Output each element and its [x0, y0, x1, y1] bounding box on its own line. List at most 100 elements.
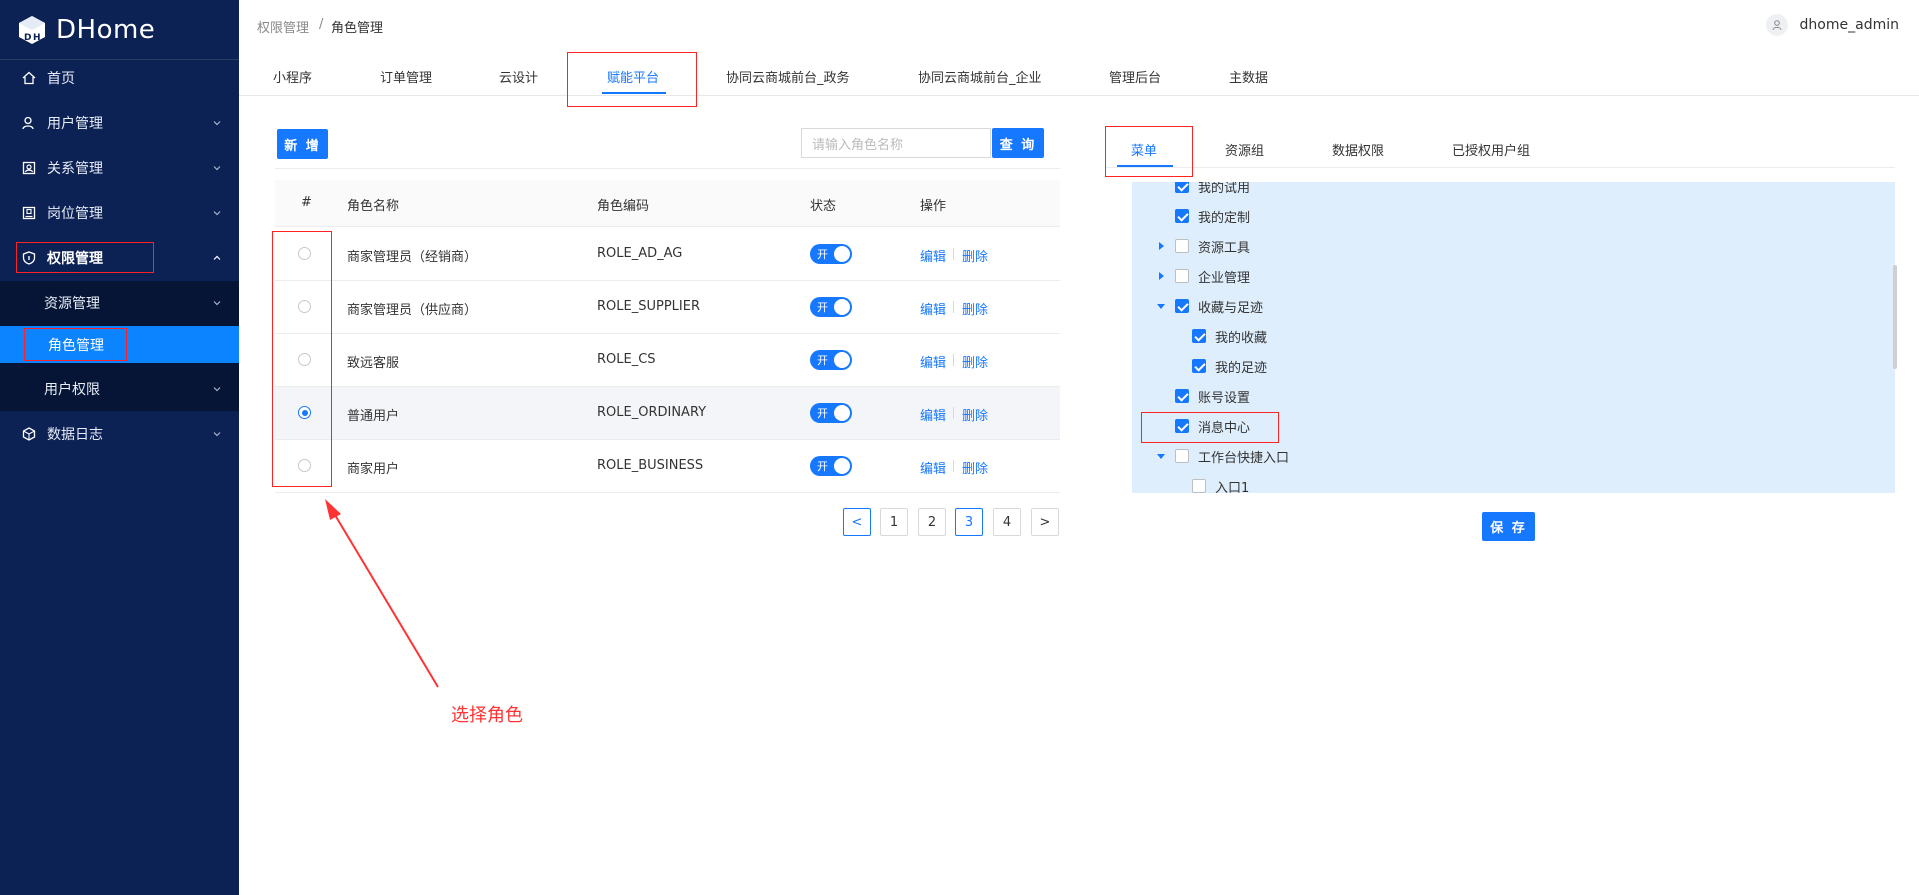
role-code: ROLE_ORDINARY: [597, 405, 707, 420]
column-header-actions: 操作: [920, 199, 947, 214]
pagination-next[interactable]: >: [1031, 508, 1059, 536]
expand-caret-icon[interactable]: [1159, 242, 1164, 250]
tree-node[interactable]: 账号设置: [1175, 386, 1250, 406]
edit-link[interactable]: 编辑: [920, 352, 946, 371]
tree-checkbox[interactable]: [1175, 449, 1189, 463]
tree-node-label: 入口1: [1215, 480, 1250, 494]
edit-link[interactable]: 编辑: [920, 458, 946, 477]
sidebar-subitem-label: 资源管理: [44, 296, 100, 312]
pagination-page-2[interactable]: 2: [918, 508, 946, 536]
tab-cloud-mall-enterprise[interactable]: 协同云商城前台_企业: [918, 67, 1042, 86]
tree-checkbox[interactable]: [1175, 182, 1189, 193]
tree-node-label: 企业管理: [1198, 270, 1251, 286]
annotation-label: 选择角色: [451, 705, 523, 726]
column-header-role-code: 角色编码: [597, 199, 650, 214]
tree-checkbox[interactable]: [1192, 479, 1206, 493]
expand-caret-icon[interactable]: [1159, 272, 1164, 280]
table-row-selected[interactable]: 普通用户 ROLE_ORDINARY 开 编辑 删除: [275, 387, 1060, 439]
tree-node[interactable]: 我的收藏: [1192, 326, 1267, 346]
relation-icon: [22, 161, 36, 175]
edit-link[interactable]: 编辑: [920, 246, 946, 265]
table-row[interactable]: 商家管理员（经销商） ROLE_AD_AG 开 编辑 删除: [275, 228, 1060, 280]
logo-text: DHome: [56, 15, 156, 45]
sidebar-item-data-log[interactable]: 数据日志: [0, 412, 239, 456]
tree-node[interactable]: 企业管理: [1175, 266, 1250, 286]
role-search-input[interactable]: 请输入角色名称: [801, 128, 991, 158]
tab-authorized-user-group[interactable]: 已授权用户组: [1452, 140, 1530, 159]
status-toggle[interactable]: 开: [810, 456, 852, 476]
sidebar-item-home[interactable]: 首页: [0, 56, 239, 100]
tab-cloud-mall-government[interactable]: 协同云商城前台_政务: [726, 67, 850, 86]
chevron-down-icon: [213, 166, 221, 171]
status-toggle[interactable]: 开: [810, 403, 852, 423]
tree-node[interactable]: 我的试用: [1175, 182, 1250, 196]
role-code: ROLE_SUPPLIER: [597, 299, 700, 314]
tree-checkbox[interactable]: [1192, 329, 1206, 343]
tab-order-management[interactable]: 订单管理: [380, 67, 432, 86]
collapse-caret-icon[interactable]: [1157, 304, 1165, 309]
chevron-down-icon: [213, 211, 221, 216]
action-separator: [953, 354, 954, 366]
role-name: 商家用户: [347, 462, 400, 477]
tree-checkbox[interactable]: [1175, 299, 1189, 313]
tree-node[interactable]: 我的定制: [1175, 206, 1250, 226]
sidebar-item-relation-management[interactable]: 关系管理: [0, 146, 239, 190]
sidebar-item-label: 数据日志: [47, 427, 103, 443]
pagination-page-1[interactable]: 1: [880, 508, 908, 536]
delete-link[interactable]: 删除: [962, 458, 988, 477]
delete-link[interactable]: 删除: [962, 299, 988, 318]
tree-checkbox[interactable]: [1175, 269, 1189, 283]
tree-checkbox[interactable]: [1175, 389, 1189, 403]
pagination-prev[interactable]: <: [843, 508, 871, 536]
tree-node[interactable]: 我的足迹: [1192, 356, 1267, 376]
sidebar-item-user-management[interactable]: 用户管理: [0, 101, 239, 145]
breadcrumb-parent[interactable]: 权限管理: [257, 17, 309, 36]
tab-cloud-design[interactable]: 云设计: [499, 67, 538, 86]
tree-node[interactable]: 工作台快捷入口: [1175, 446, 1289, 466]
tree-scrollbar[interactable]: [1893, 265, 1897, 369]
status-toggle[interactable]: 开: [810, 244, 852, 264]
table-row[interactable]: 商家用户 ROLE_BUSINESS 开 编辑 删除: [275, 440, 1060, 492]
sidebar-subitem-user-permission[interactable]: 用户权限: [0, 369, 239, 409]
toggle-knob: [834, 299, 850, 315]
action-separator: [953, 407, 954, 419]
tab-resource-group[interactable]: 资源组: [1225, 140, 1264, 159]
user-menu[interactable]: dhome_admin: [1765, 14, 1899, 36]
table-row[interactable]: 商家管理员（供应商） ROLE_SUPPLIER 开 编辑 删除: [275, 281, 1060, 333]
tree-checkbox[interactable]: [1192, 359, 1206, 373]
sidebar-item-post-management[interactable]: 岗位管理: [0, 191, 239, 235]
tree-checkbox[interactable]: [1175, 239, 1189, 253]
collapse-caret-icon[interactable]: [1157, 454, 1165, 459]
tree-checkbox[interactable]: [1175, 209, 1189, 223]
column-header-index: #: [301, 195, 312, 210]
tree-node-label: 我的试用: [1198, 182, 1251, 196]
tree-node[interactable]: 收藏与足迹: [1175, 296, 1263, 316]
tab-admin-backend[interactable]: 管理后台: [1109, 67, 1161, 86]
edit-link[interactable]: 编辑: [920, 299, 946, 318]
status-toggle-label: 开: [817, 407, 828, 420]
tree-node[interactable]: 资源工具: [1175, 236, 1250, 256]
role-code: ROLE_CS: [597, 352, 656, 367]
pagination-page-4[interactable]: 4: [993, 508, 1021, 536]
delete-link[interactable]: 删除: [962, 352, 988, 371]
menu-tree: 我的试用 我的定制 资源工具 企业管理 收藏与足迹 我的收藏 我的足迹 账号设置…: [1132, 182, 1895, 493]
tab-master-data[interactable]: 主数据: [1229, 67, 1268, 86]
save-button[interactable]: 保 存: [1482, 512, 1535, 541]
delete-link[interactable]: 删除: [962, 246, 988, 265]
logo[interactable]: D H DHome: [16, 10, 155, 50]
edit-link[interactable]: 编辑: [920, 405, 946, 424]
pagination-page-3[interactable]: 3: [955, 508, 983, 536]
table-row[interactable]: 致远客服 ROLE_CS 开 编辑 删除: [275, 334, 1060, 386]
toggle-knob: [834, 405, 850, 421]
status-toggle[interactable]: 开: [810, 350, 852, 370]
search-button[interactable]: 查 询: [992, 128, 1044, 158]
tree-node[interactable]: 入口1: [1192, 476, 1249, 493]
tab-miniprogram[interactable]: 小程序: [273, 67, 312, 86]
tabs-divider: [1105, 167, 1895, 168]
column-header-status: 状态: [810, 199, 837, 214]
add-button[interactable]: 新 增: [277, 129, 328, 159]
status-toggle[interactable]: 开: [810, 297, 852, 317]
sidebar-subitem-resource-management[interactable]: 资源管理: [0, 283, 239, 323]
delete-link[interactable]: 删除: [962, 405, 988, 424]
tab-data-permission[interactable]: 数据权限: [1332, 140, 1384, 159]
